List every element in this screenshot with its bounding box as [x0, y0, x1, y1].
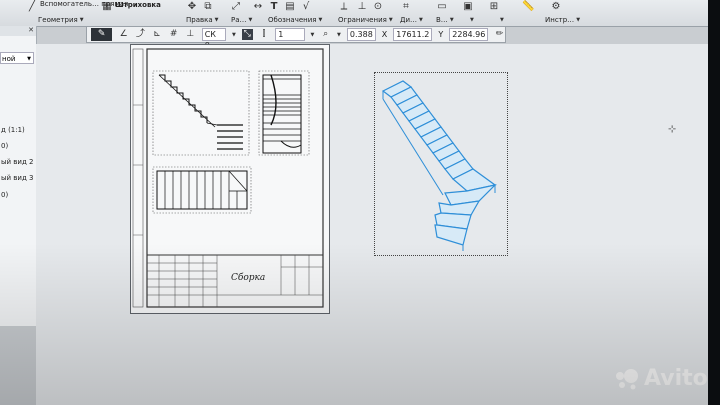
- x-label: X: [381, 30, 388, 39]
- ribbon-group-di[interactable]: Ди… ▼: [400, 15, 423, 25]
- coordinate-system-select[interactable]: СК 0: [201, 28, 227, 50]
- drawing-canvas[interactable]: Сборка ⊹: [36, 44, 708, 405]
- y-coordinate[interactable]: 2284.96: [449, 28, 489, 41]
- property-bar: ✎ ∠ ⤴ ⊾ # ⊥ СК 0 ▼ ⤡ ⫿ 1 ▼ ⌕ ▼ 0.388 X 1…: [86, 26, 506, 50]
- ribbon-group-annotations[interactable]: Обозначения ▼: [268, 15, 322, 25]
- current-tool-icon[interactable]: ✎: [91, 28, 113, 41]
- chevron-down-icon[interactable]: ▼: [337, 32, 341, 38]
- table-icon[interactable]: ▤: [284, 1, 296, 13]
- avito-watermark-text: Avito: [644, 366, 708, 391]
- chevron-down-icon: ▼: [27, 56, 31, 62]
- chevron-down-icon: ▼: [248, 17, 253, 23]
- chevron-down-icon: ▼: [214, 17, 219, 23]
- panel-header: ✕: [0, 26, 36, 36]
- diagnostics-icon[interactable]: ⌗: [400, 1, 412, 13]
- parametrize-icon[interactable]: ⤢: [230, 1, 242, 13]
- ribbon-group-annotations-label: Обозначения: [268, 16, 317, 24]
- hatch-button[interactable]: Штриховка: [115, 1, 161, 9]
- ribbon-group-constraints[interactable]: Ограничения ▼: [338, 15, 393, 25]
- sheet-drawing-svg: [132, 48, 324, 308]
- chevron-down-icon: ▼: [576, 17, 581, 23]
- layer-icon[interactable]: ⫿: [259, 29, 270, 40]
- pencil-icon[interactable]: ✏: [494, 29, 505, 40]
- snap-mode-icon[interactable]: ⤡: [241, 29, 253, 40]
- measure-icon[interactable]: 📏: [522, 1, 534, 13]
- cursor-crosshair-icon: ⊹: [668, 124, 677, 135]
- monitor-screen: ╱ Вспомогатель… прямая ▦ Штриховка ✥ ⧉ ⤢…: [0, 0, 708, 405]
- layer-select[interactable]: 1: [275, 28, 305, 41]
- avito-watermark: Avito: [614, 366, 708, 391]
- ribbon-group-instr[interactable]: Инстр… ▼: [545, 15, 580, 25]
- ribbon-group-v-label: В…: [436, 16, 448, 24]
- chevron-down-icon[interactable]: ▼: [232, 32, 236, 38]
- ribbon-group-instr-label: Инстр…: [545, 16, 575, 24]
- edit-copy-icon[interactable]: ⧉: [202, 1, 214, 13]
- hatch-icon[interactable]: ▦: [101, 1, 113, 13]
- view-icon[interactable]: ▭: [436, 1, 448, 13]
- zoom-icon[interactable]: ⌕: [320, 29, 331, 40]
- x-coordinate[interactable]: 17611.2: [393, 28, 433, 41]
- chevron-down-icon[interactable]: ▼: [311, 32, 315, 38]
- ribbon-group-arrow[interactable]: ▼: [470, 15, 474, 25]
- ribbon-group-geometry-label: Геометрия: [38, 16, 78, 24]
- ribbon-group-ra[interactable]: Ра… ▼: [231, 15, 252, 25]
- ribbon-group-geometry[interactable]: Геометрия ▼: [38, 15, 84, 25]
- chevron-down-icon: ▼: [470, 17, 474, 23]
- drawing-sheet[interactable]: Сборка: [130, 44, 330, 314]
- roughness-icon[interactable]: √: [300, 1, 312, 13]
- ribbon-group-v[interactable]: В… ▼: [436, 15, 454, 25]
- chevron-down-icon: ▼: [388, 17, 393, 23]
- tree-filter-value: ной: [2, 55, 16, 63]
- ribbon-group-edit[interactable]: Правка ▼: [186, 15, 219, 25]
- zoom-value[interactable]: 0.388: [346, 28, 376, 41]
- constraint-icon[interactable]: ⟂: [338, 1, 350, 13]
- title-block-name: Сборка: [231, 273, 266, 283]
- grid-icon[interactable]: #: [168, 29, 179, 40]
- chevron-down-icon: ▼: [419, 17, 423, 23]
- coordinate-system-icon[interactable]: ⊥: [185, 29, 196, 40]
- tree-item[interactable]: д (1:1): [1, 126, 25, 134]
- ribbon-group-constraints-label: Ограничения: [338, 16, 387, 24]
- tree-item[interactable]: 0): [1, 142, 8, 150]
- text-icon[interactable]: T: [268, 1, 280, 13]
- view-zoom-icon[interactable]: ⊞: [488, 1, 500, 13]
- dimension-icon[interactable]: ↔: [252, 1, 264, 13]
- snap-pick-icon[interactable]: ⤴: [135, 29, 146, 40]
- ribbon-group-arrow-2[interactable]: ▼: [500, 15, 504, 25]
- avito-logo-icon: [616, 368, 638, 389]
- chevron-down-icon: ▼: [318, 17, 323, 23]
- coincidence-icon[interactable]: ⊙: [372, 1, 384, 13]
- construction-line-icon[interactable]: ╱: [26, 1, 38, 13]
- close-icon[interactable]: ✕: [28, 26, 34, 34]
- isometric-stair-svg: [381, 80, 497, 251]
- chevron-down-icon: ▼: [449, 17, 454, 23]
- view-layout-icon[interactable]: ▣: [462, 1, 474, 13]
- ribbon-group-ra-label: Ра…: [231, 16, 247, 24]
- chevron-down-icon: ▼: [500, 17, 504, 23]
- ribbon-toolbar: ╱ Вспомогатель… прямая ▦ Штриховка ✥ ⧉ ⤢…: [0, 0, 708, 27]
- tools-icon[interactable]: ⚙: [550, 1, 562, 13]
- chevron-down-icon: ▼: [79, 17, 84, 23]
- monitor-bezel: [708, 0, 720, 405]
- orto-icon[interactable]: ⊾: [152, 29, 163, 40]
- isometric-view-frame[interactable]: [374, 72, 508, 256]
- edit-move-icon[interactable]: ✥: [186, 1, 198, 13]
- tree-item[interactable]: 0): [1, 191, 8, 199]
- ribbon-group-di-label: Ди…: [400, 16, 418, 24]
- snap-angle-icon[interactable]: ∠: [118, 29, 129, 40]
- ribbon-group-edit-label: Правка: [186, 16, 213, 24]
- tree-filter-select[interactable]: ной ▼: [0, 52, 34, 64]
- fix-point-icon[interactable]: ⊥: [356, 1, 368, 13]
- tree-panel: ✕ ной ▼ д (1:1) 0) ый вид 2 (1 ый вид 3 …: [0, 26, 43, 326]
- y-label: Y: [438, 30, 444, 39]
